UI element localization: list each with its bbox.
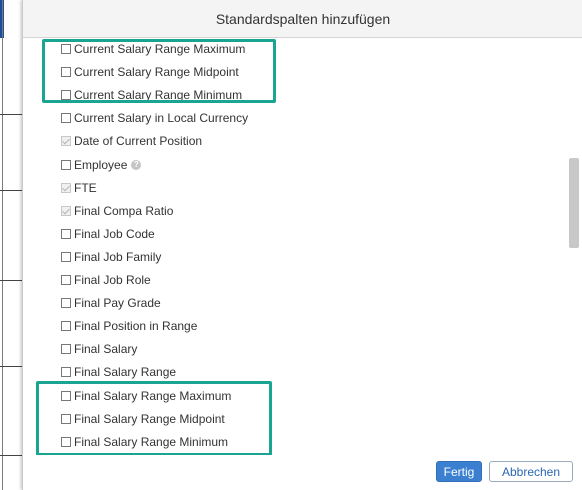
column-option[interactable]: Final Pay Grade — [61, 293, 161, 313]
column-option[interactable]: Final Salary Range — [61, 362, 176, 382]
column-option[interactable]: Current Salary in Local Currency — [61, 108, 248, 128]
scrollbar-thumb[interactable] — [569, 158, 579, 248]
background-row-line — [0, 114, 22, 115]
checkbox[interactable] — [61, 344, 71, 355]
column-option[interactable]: Final Job Code — [61, 224, 155, 244]
scrollbar[interactable] — [569, 37, 579, 455]
checkbox[interactable] — [61, 159, 71, 170]
background-row-line — [0, 366, 22, 367]
cancel-button[interactable]: Abbrechen — [489, 461, 573, 482]
column-option-label: Final Salary — [74, 342, 138, 357]
column-option[interactable]: Final Job Role — [61, 270, 151, 290]
highlight-box-current-range — [42, 39, 276, 103]
column-option[interactable]: Final Job Family — [61, 247, 161, 267]
checkbox[interactable] — [61, 298, 71, 309]
column-option: Date of Current Position — [61, 131, 202, 151]
checkbox[interactable] — [61, 228, 71, 239]
dialog-title: Standardspalten hinzufügen — [215, 10, 391, 27]
column-option: FTE — [61, 178, 97, 198]
column-option-label: Final Job Code — [74, 226, 155, 241]
column-option-label: Final Position in Range — [74, 319, 198, 334]
column-option-label: Final Job Role — [74, 273, 151, 287]
checkbox-checked-disabled — [61, 182, 71, 193]
checkbox[interactable] — [61, 367, 71, 378]
column-option-label: Final Salary Range — [74, 365, 177, 380]
column-option-label: Date of Current Position — [74, 134, 203, 149]
column-option-label: Final Job Family — [74, 249, 162, 264]
checkbox-checked-disabled — [61, 136, 71, 147]
done-button[interactable]: Fertig — [436, 461, 482, 482]
checkbox[interactable] — [61, 321, 71, 332]
column-option-label: FTE — [74, 180, 97, 195]
column-option-label: Final Compa Ratio — [74, 203, 174, 218]
column-option-label: Final Pay Grade — [74, 296, 161, 311]
column-option[interactable]: Final Position in Range — [61, 316, 197, 336]
checkbox-checked-disabled — [61, 205, 71, 216]
dialog-header: Standardspalten hinzufügen — [23, 0, 582, 38]
column-option-label: Employee — [74, 157, 128, 172]
help-icon[interactable]: ? — [131, 159, 142, 170]
column-option[interactable]: Final Salary — [61, 339, 137, 359]
column-option: Final Compa Ratio — [61, 201, 173, 221]
background-row-line — [0, 455, 22, 456]
highlight-box-final-range — [36, 381, 272, 456]
background-row-line — [0, 280, 22, 281]
checkbox[interactable] — [61, 113, 71, 124]
checkbox[interactable] — [61, 251, 71, 262]
dialog-footer: Fertig Abbrechen — [23, 455, 582, 490]
checkbox[interactable] — [61, 275, 71, 285]
add-standard-columns-dialog: Standardspalten hinzufügen Current Salar… — [22, 0, 582, 490]
background-page-strip — [0, 0, 22, 490]
column-option[interactable]: Employee? — [61, 155, 142, 175]
background-divider — [2, 0, 3, 490]
column-option-label: Current Salary in Local Currency — [74, 111, 249, 126]
background-row-line — [0, 190, 22, 191]
